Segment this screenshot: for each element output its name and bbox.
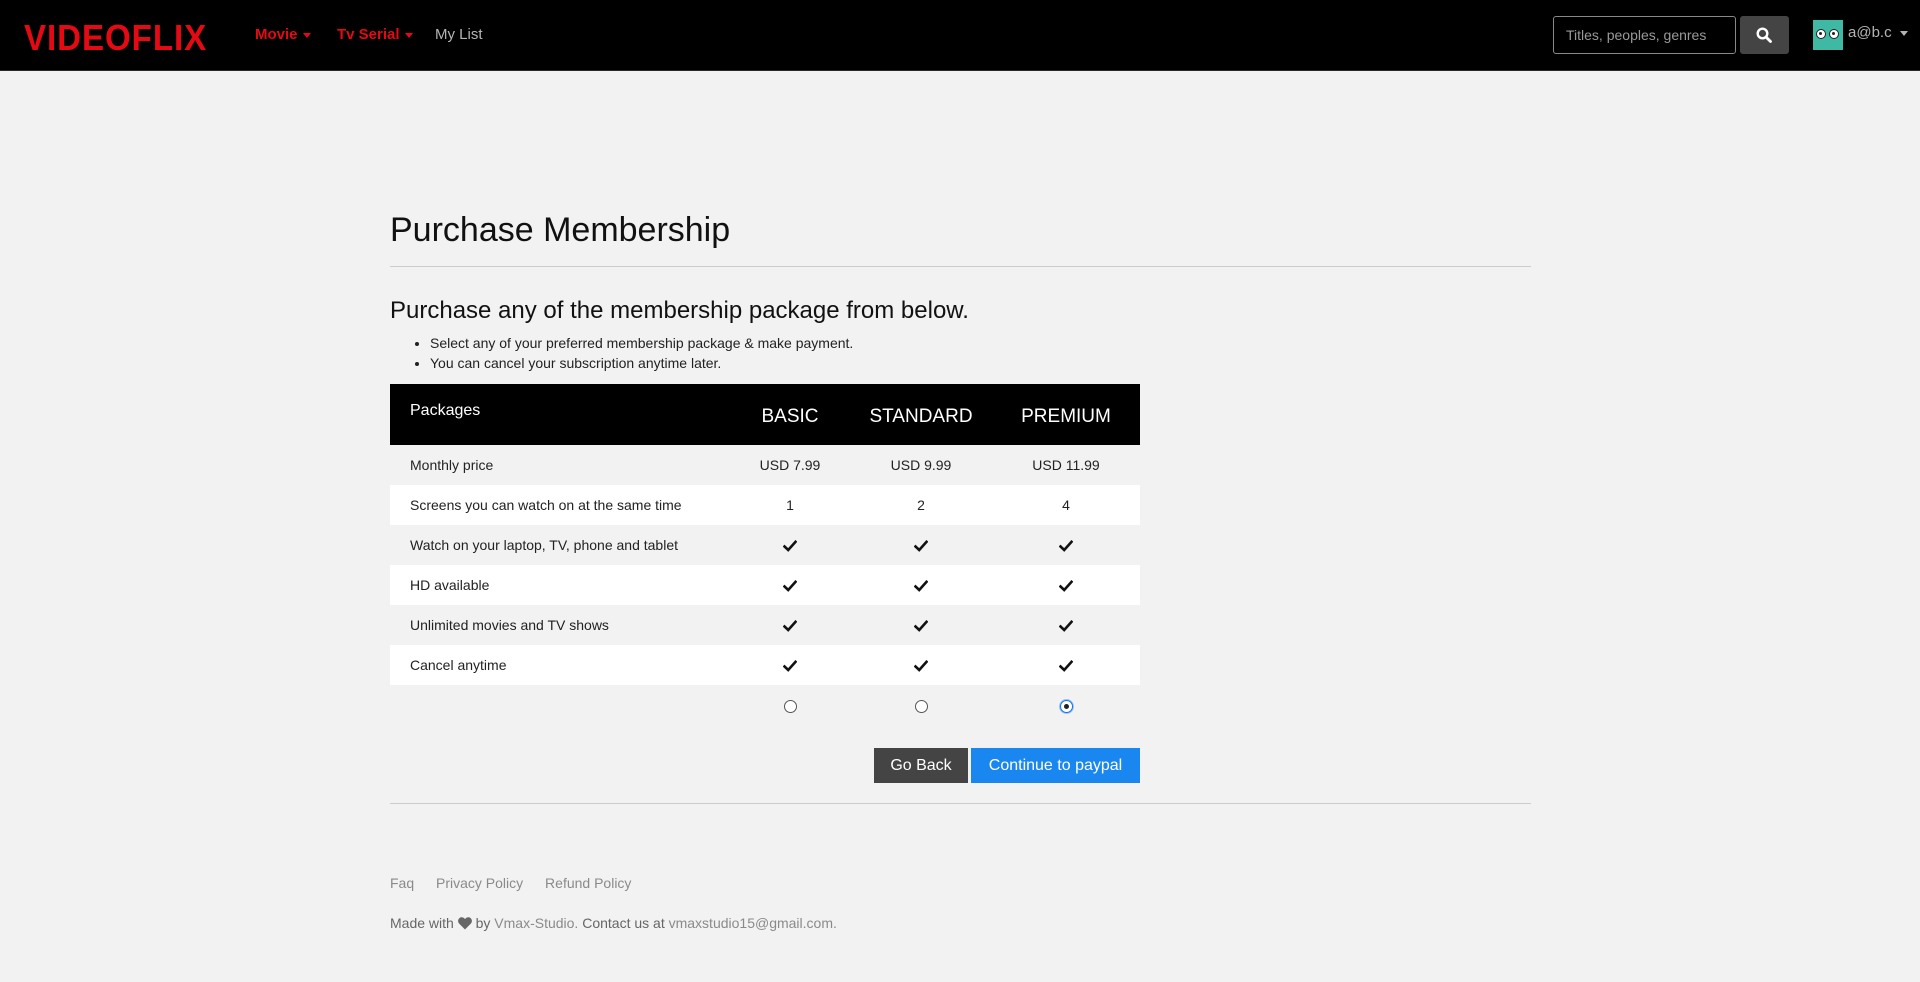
instruction-item: Select any of your preferred membership … <box>430 333 853 353</box>
feature-check-cell <box>992 645 1140 685</box>
user-menu-label: a@b.c <box>1848 24 1908 41</box>
feature-check-cell <box>992 605 1140 645</box>
feature-check-cell <box>850 605 992 645</box>
nav-my-list[interactable]: My List <box>435 25 483 45</box>
footer-links: Faq Privacy Policy Refund Policy <box>390 875 649 891</box>
feature-value-cell: 4 <box>992 485 1140 525</box>
divider <box>390 266 1531 267</box>
plan-radio-basic[interactable] <box>783 699 797 713</box>
feature-check-cell <box>992 525 1140 565</box>
feature-label: Watch on your laptop, TV, phone and tabl… <box>390 525 730 565</box>
footer-link-faq[interactable]: Faq <box>390 875 414 891</box>
feature-check-cell <box>850 525 992 565</box>
feature-value-cell: USD 7.99 <box>730 445 850 485</box>
caret-down-icon <box>302 32 311 38</box>
checkmark-icon <box>1059 620 1073 633</box>
checkmark-icon <box>914 540 928 553</box>
search-input[interactable] <box>1553 16 1736 54</box>
logo[interactable]: VIDEOFLIX <box>24 18 207 58</box>
table-row: Unlimited movies and TV shows <box>390 605 1140 645</box>
feature-check-cell <box>730 565 850 605</box>
instruction-item: You can cancel your subscription anytime… <box>430 353 853 373</box>
feature-check-cell <box>850 565 992 605</box>
continue-to-paypal-button[interactable]: Continue to paypal <box>971 748 1140 783</box>
feature-label: Monthly price <box>390 445 730 485</box>
instruction-list: Select any of your preferred membership … <box>430 333 853 373</box>
divider <box>390 803 1531 804</box>
table-row: Cancel anytime <box>390 645 1140 685</box>
table-row: Monthly price USD 7.99 USD 9.99 USD 11.99 <box>390 445 1140 485</box>
nav-movie-dropdown[interactable]: Movie <box>255 25 311 45</box>
feature-check-cell <box>730 645 850 685</box>
plan-radio-premium[interactable] <box>1059 699 1073 713</box>
checkmark-icon <box>783 540 797 553</box>
checkmark-icon <box>1059 540 1073 553</box>
table-row: HD available <box>390 565 1140 605</box>
checkmark-icon <box>914 620 928 633</box>
checkmark-icon <box>1059 660 1073 673</box>
caret-down-icon <box>404 32 413 38</box>
studio-link[interactable]: Vmax-Studio. <box>494 915 578 931</box>
feature-check-cell <box>730 605 850 645</box>
nav-tv-serial-label: Tv Serial <box>337 26 400 43</box>
feature-check-cell <box>850 645 992 685</box>
footer-link-refund-policy[interactable]: Refund Policy <box>545 875 631 891</box>
heart-icon <box>457 917 472 930</box>
plan-header-basic: BASIC <box>730 384 850 445</box>
checkmark-icon <box>783 580 797 593</box>
feature-value-cell: 1 <box>730 485 850 525</box>
plan-header-standard: STANDARD <box>850 384 992 445</box>
footer-link-privacy-policy[interactable]: Privacy Policy <box>436 875 523 891</box>
feature-label: Cancel anytime <box>390 645 730 685</box>
checkmark-icon <box>783 660 797 673</box>
table-row: Watch on your laptop, TV, phone and tabl… <box>390 525 1140 565</box>
nav-tv-serial-dropdown[interactable]: Tv Serial <box>337 25 413 45</box>
nav-movie-label: Movie <box>255 26 298 43</box>
membership-table: Packages BASIC STANDARD PREMIUM Monthly … <box>390 384 1140 725</box>
feature-value-cell: USD 9.99 <box>850 445 992 485</box>
footer-credits: Made with by Vmax-Studio. Contact us at … <box>390 915 837 931</box>
feature-label: HD available <box>390 565 730 605</box>
table-row: Screens you can watch on at the same tim… <box>390 485 1140 525</box>
feature-value-cell: 2 <box>850 485 992 525</box>
plan-header-premium: PREMIUM <box>992 384 1140 445</box>
feature-check-cell <box>730 525 850 565</box>
navbar: VIDEOFLIX Movie Tv Serial My List a@b.c <box>0 0 1920 71</box>
feature-label: Screens you can watch on at the same tim… <box>390 485 730 525</box>
search-button[interactable] <box>1740 16 1789 54</box>
checkmark-icon <box>1059 580 1073 593</box>
packages-header: Packages <box>390 384 730 445</box>
feature-value-cell: USD 11.99 <box>992 445 1140 485</box>
by-text: by <box>475 915 491 931</box>
feature-label: Unlimited movies and TV shows <box>390 605 730 645</box>
email-link[interactable]: vmaxstudio15@gmail.com. <box>669 915 837 931</box>
checkmark-icon <box>914 660 928 673</box>
section-subtitle: Purchase any of the membership package f… <box>390 297 969 324</box>
feature-check-cell <box>992 565 1140 605</box>
caret-down-icon <box>1899 30 1908 36</box>
checkmark-icon <box>783 620 797 633</box>
checkmark-icon <box>914 580 928 593</box>
page-title: Purchase Membership <box>390 211 731 249</box>
plan-radio-standard[interactable] <box>914 699 928 713</box>
avatar <box>1813 20 1843 50</box>
plan-select-row <box>390 685 1140 725</box>
go-back-button[interactable]: Go Back <box>874 748 968 783</box>
made-with-text: Made with <box>390 915 454 931</box>
search-icon <box>1756 27 1772 43</box>
contact-text: Contact us at <box>582 915 665 931</box>
